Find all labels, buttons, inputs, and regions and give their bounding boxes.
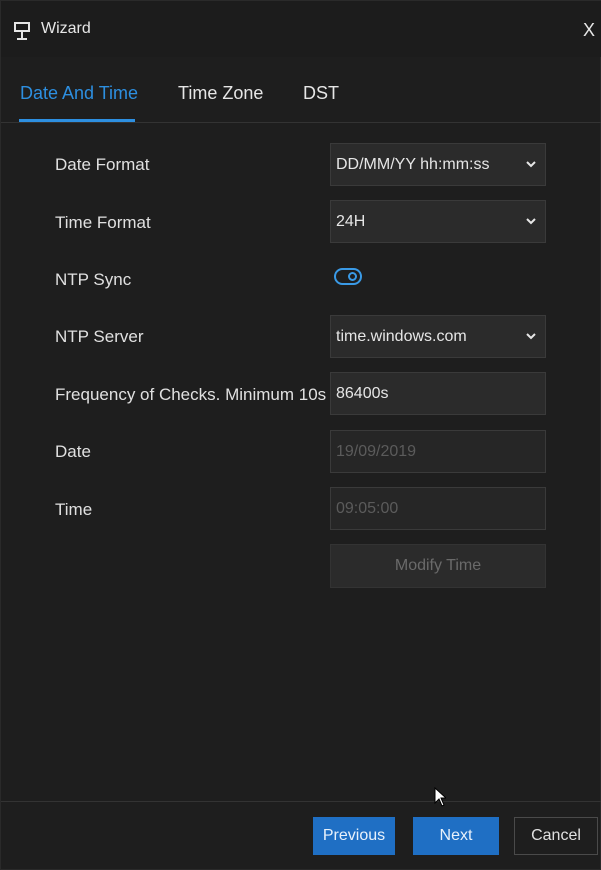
monitor-stand-icon xyxy=(14,22,30,40)
tab-bar: Date And Time Time Zone DST xyxy=(1,71,601,123)
time-format-select[interactable]: 24H xyxy=(330,200,546,243)
date-field[interactable]: 19/09/2019 xyxy=(330,430,546,473)
chevron-down-icon xyxy=(526,161,536,168)
time-format-label: Time Format xyxy=(55,213,151,232)
active-tab-indicator xyxy=(19,119,135,122)
time-format-value: 24H xyxy=(336,213,366,230)
ntp-server-label: NTP Server xyxy=(55,327,144,346)
time-label: Time xyxy=(55,500,93,519)
cancel-button[interactable]: Cancel xyxy=(514,817,598,855)
date-format-value: DD/MM/YY hh:mm:ss xyxy=(336,156,490,173)
time-field[interactable]: 09:05:00 xyxy=(330,487,546,530)
window-title: Wizard xyxy=(41,20,91,37)
toggle-knob xyxy=(348,272,357,281)
mouse-pointer-icon xyxy=(434,787,446,807)
modify-time-button[interactable]: Modify Time xyxy=(330,544,546,588)
ntp-server-select[interactable]: time.windows.com xyxy=(330,315,546,358)
frequency-input[interactable]: 86400s xyxy=(330,372,546,415)
footer-divider xyxy=(1,801,601,802)
frequency-label: Frequency of Checks. Minimum 10s xyxy=(55,385,327,404)
date-value: 19/09/2019 xyxy=(336,443,417,460)
ntp-sync-toggle[interactable] xyxy=(334,268,362,285)
tab-dst[interactable]: DST xyxy=(303,83,339,104)
next-button[interactable]: Next xyxy=(413,817,499,855)
date-format-label: Date Format xyxy=(55,155,150,174)
tab-time-zone[interactable]: Time Zone xyxy=(178,83,263,104)
tab-date-and-time[interactable]: Date And Time xyxy=(20,83,138,104)
date-label: Date xyxy=(55,442,91,461)
wizard-window: Wizard X Date And Time Time Zone DST Dat… xyxy=(0,0,601,870)
frequency-value: 86400s xyxy=(336,385,389,402)
title-bar: Wizard X xyxy=(1,1,601,57)
date-format-select[interactable]: DD/MM/YY hh:mm:ss xyxy=(330,143,546,186)
chevron-down-icon xyxy=(526,333,536,340)
time-value: 09:05:00 xyxy=(336,500,399,517)
ntp-sync-label: NTP Sync xyxy=(55,270,132,289)
ntp-server-value: time.windows.com xyxy=(336,328,467,345)
previous-button[interactable]: Previous xyxy=(313,817,395,855)
close-icon[interactable]: X xyxy=(579,19,599,41)
chevron-down-icon xyxy=(526,218,536,225)
